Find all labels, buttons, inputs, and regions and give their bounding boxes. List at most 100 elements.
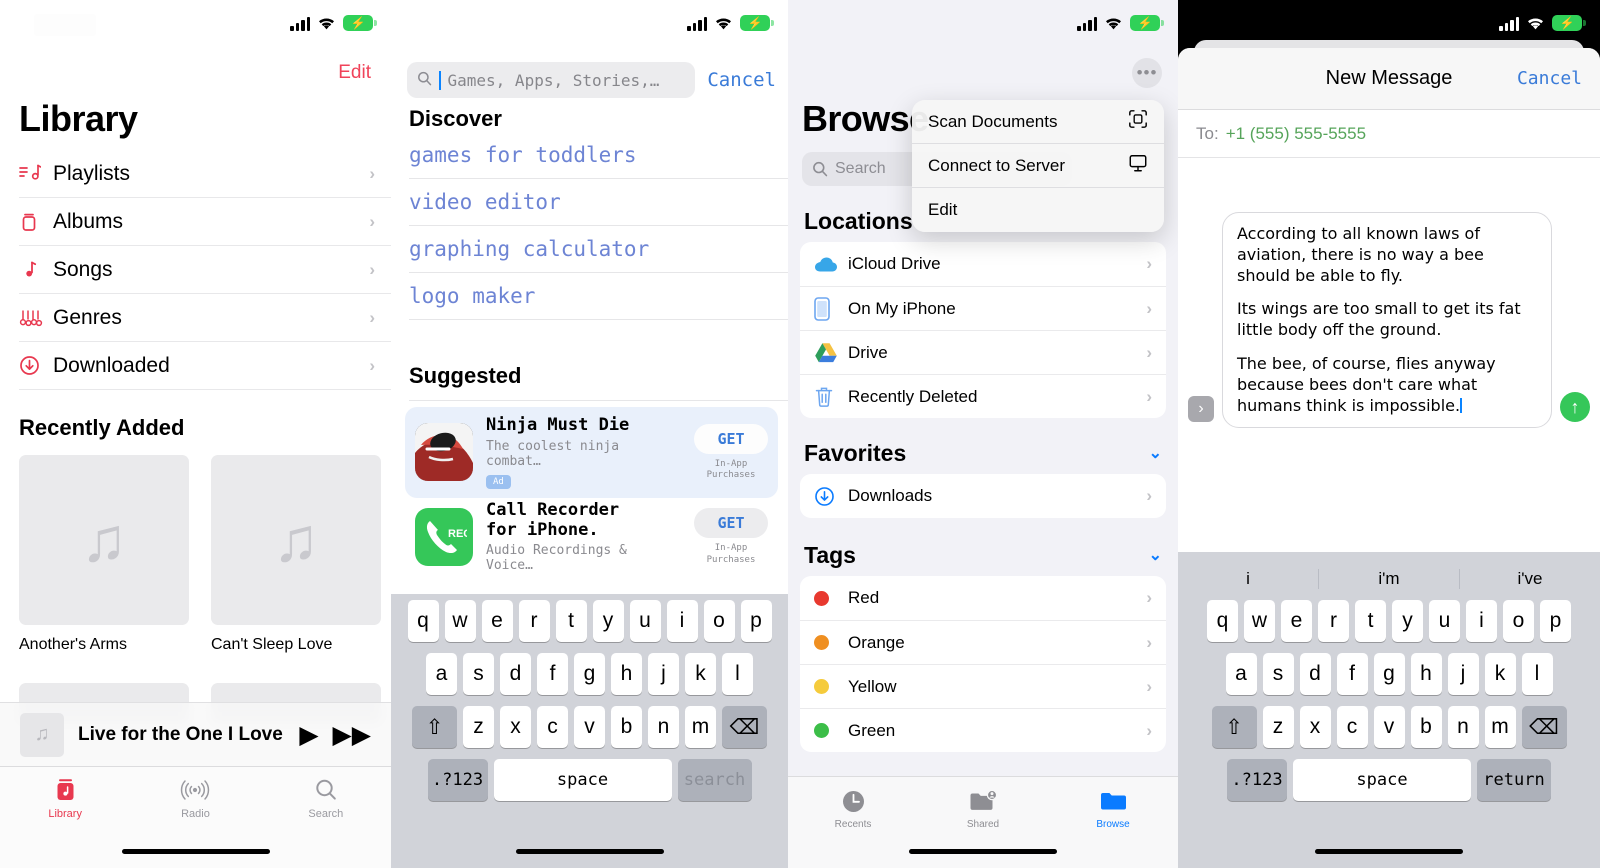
key-t[interactable]: t [555, 600, 587, 642]
key-i[interactable]: i [666, 600, 698, 642]
chevron-right-icon[interactable]: › [1188, 396, 1214, 423]
list-item-drive[interactable]: Drive › [800, 330, 1166, 374]
key-m[interactable]: m [685, 706, 716, 748]
album-card[interactable]: ♫ Another's Arms [19, 455, 189, 654]
key-y[interactable]: y [1392, 600, 1423, 642]
key-a[interactable]: a [1225, 653, 1257, 695]
sidebar-item-albums[interactable]: Albums › [19, 198, 391, 246]
key-w[interactable]: w [1244, 600, 1275, 642]
key-a[interactable]: a [426, 653, 457, 695]
key-z[interactable]: z [1262, 706, 1294, 748]
key-e[interactable]: e [481, 600, 513, 642]
ellipsis-circle-icon[interactable]: ••• [1132, 58, 1162, 88]
album-card[interactable]: ♫ Can't Sleep Love [211, 455, 381, 654]
sidebar-item-songs[interactable]: Songs › [19, 246, 391, 294]
key-n[interactable]: n [1447, 706, 1479, 748]
favorites-header[interactable]: Favorites ⌄ [788, 432, 1178, 474]
search-key[interactable]: search [677, 759, 752, 801]
shift-key[interactable]: ⇧ [1211, 706, 1257, 748]
key-s[interactable]: s [463, 653, 494, 695]
discover-item[interactable]: games for toddlers [409, 132, 788, 179]
tab-radio[interactable]: Radio [130, 777, 260, 868]
key-r[interactable]: r [1318, 600, 1349, 642]
key-o[interactable]: o [703, 600, 735, 642]
tags-header[interactable]: Tags ⌄ [788, 534, 1178, 576]
key-j[interactable]: j [648, 653, 679, 695]
key-c[interactable]: c [537, 706, 568, 748]
key-f[interactable]: f [1336, 653, 1368, 695]
cancel-button[interactable]: Cancel [707, 69, 776, 91]
sidebar-item-playlists[interactable]: Playlists › [19, 150, 391, 198]
list-item-tag-yellow[interactable]: Yellow › [800, 664, 1166, 708]
space-key[interactable]: space [1293, 759, 1471, 801]
key-v[interactable]: v [1373, 706, 1405, 748]
key-y[interactable]: y [592, 600, 624, 642]
tab-search[interactable]: Search [261, 777, 391, 868]
app-result-row[interactable]: Ninja Must Die The coolest ninja combat…… [405, 407, 778, 498]
app-result-row[interactable]: REC Call Recorder for iPhone. Audio Reco… [405, 492, 778, 582]
tab-library[interactable]: Library [0, 777, 130, 868]
discover-item[interactable]: logo maker [409, 273, 788, 320]
tab-recents[interactable]: Recents [788, 787, 918, 868]
key-q[interactable]: q [1207, 600, 1238, 642]
now-playing-bar[interactable]: ♫ Live for the One I Love ▶ ▶▶ [0, 702, 391, 766]
key-m[interactable]: m [1484, 706, 1516, 748]
key-t[interactable]: t [1355, 600, 1386, 642]
key-g[interactable]: g [1373, 653, 1405, 695]
key-e[interactable]: e [1281, 600, 1312, 642]
prediction-2[interactable]: i'm [1319, 569, 1460, 589]
chevron-down-icon[interactable]: ⌄ [1149, 545, 1162, 565]
key-d[interactable]: d [1299, 653, 1331, 695]
numbers-key[interactable]: .?123 [1227, 759, 1287, 801]
list-item-on-my-iphone[interactable]: On My iPhone › [800, 286, 1166, 330]
list-item-tag-red[interactable]: Red › [800, 576, 1166, 620]
edit-button[interactable]: Edit [338, 62, 371, 84]
discover-item[interactable]: graphing calculator [409, 226, 788, 273]
discover-item[interactable]: video editor [409, 179, 788, 226]
chevron-down-icon[interactable]: ⌄ [1149, 443, 1162, 463]
tab-browse[interactable]: Browse [1048, 787, 1178, 868]
key-l[interactable]: l [1521, 653, 1553, 695]
key-u[interactable]: u [629, 600, 661, 642]
sidebar-item-downloaded[interactable]: Downloaded › [19, 342, 391, 390]
key-b[interactable]: b [611, 706, 642, 748]
list-item-tag-green[interactable]: Green › [800, 708, 1166, 752]
fast-forward-icon[interactable]: ▶▶ [333, 720, 371, 750]
key-s[interactable]: s [1262, 653, 1294, 695]
prediction-1[interactable]: i [1178, 569, 1319, 589]
key-p[interactable]: p [1540, 600, 1571, 642]
key-f[interactable]: f [537, 653, 568, 695]
space-key[interactable]: space [493, 759, 672, 801]
numbers-key[interactable]: .?123 [427, 759, 488, 801]
key-i[interactable]: i [1466, 600, 1497, 642]
recipient-field[interactable]: To: +1 (555) 555-5555 [1178, 110, 1600, 158]
key-r[interactable]: r [518, 600, 550, 642]
shift-key[interactable]: ⇧ [412, 706, 457, 748]
key-c[interactable]: c [1336, 706, 1368, 748]
list-item-tag-orange[interactable]: Orange › [800, 620, 1166, 664]
key-h[interactable]: h [611, 653, 642, 695]
search-input[interactable]: Games, Apps, Stories,… [407, 62, 696, 98]
key-h[interactable]: h [1410, 653, 1442, 695]
key-z[interactable]: z [463, 706, 494, 748]
key-v[interactable]: v [574, 706, 605, 748]
list-item-icloud-drive[interactable]: iCloud Drive › [800, 242, 1166, 286]
key-x[interactable]: x [500, 706, 531, 748]
key-p[interactable]: p [740, 600, 772, 642]
sidebar-item-genres[interactable]: Genres › [19, 294, 391, 342]
list-item-recently-deleted[interactable]: Recently Deleted › [800, 374, 1166, 418]
get-button[interactable]: GET [694, 423, 768, 454]
key-o[interactable]: o [1503, 600, 1534, 642]
prediction-3[interactable]: i've [1460, 569, 1600, 589]
key-q[interactable]: q [407, 600, 439, 642]
key-k[interactable]: k [685, 653, 716, 695]
message-input[interactable]: According to all known laws of aviation,… [1222, 212, 1552, 429]
key-n[interactable]: n [648, 706, 679, 748]
key-j[interactable]: j [1447, 653, 1479, 695]
key-g[interactable]: g [574, 653, 605, 695]
key-b[interactable]: b [1410, 706, 1442, 748]
send-arrow-up-icon[interactable]: ↑ [1560, 392, 1590, 423]
get-button[interactable]: GET [694, 508, 768, 539]
list-item-downloads[interactable]: Downloads › [800, 474, 1166, 518]
key-d[interactable]: d [500, 653, 531, 695]
